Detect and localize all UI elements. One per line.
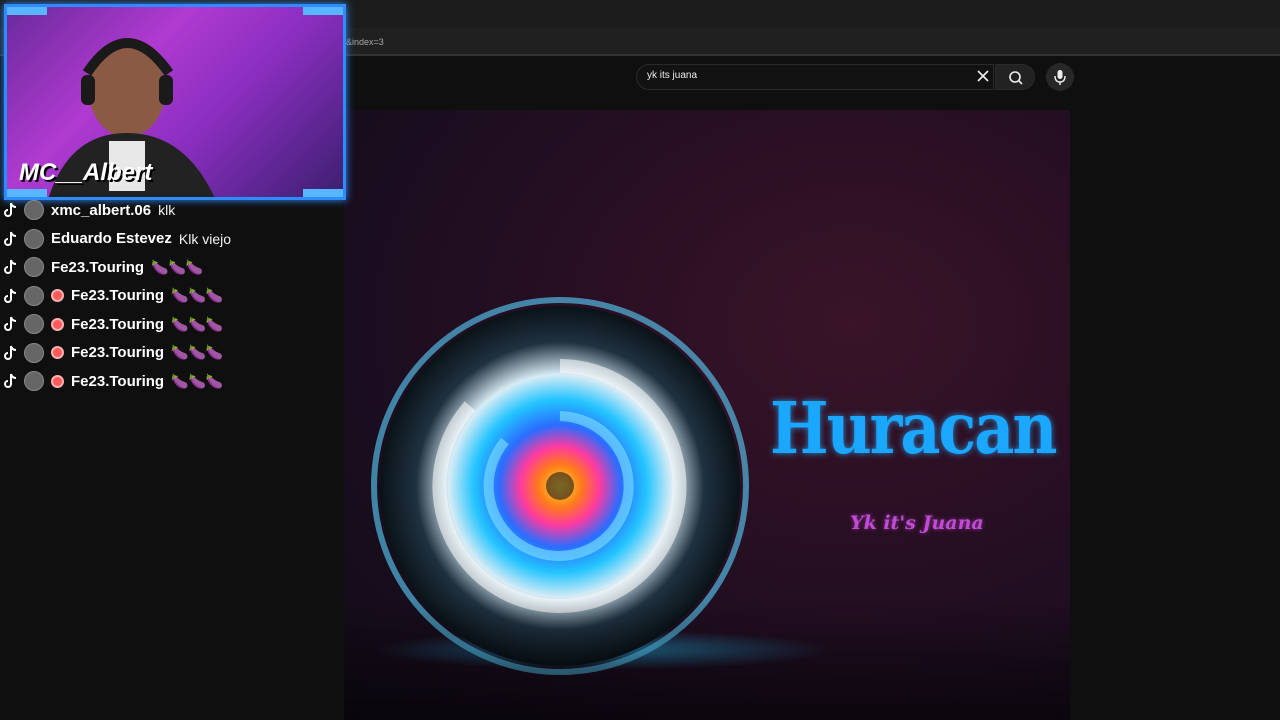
chat-text: 🍆🍆🍆 bbox=[171, 344, 224, 360]
avatar bbox=[24, 257, 44, 277]
frame-corner bbox=[7, 7, 47, 15]
avatar bbox=[24, 342, 44, 363]
tiktok-icon bbox=[4, 288, 18, 304]
chat-text: 🍆🍆🍆 bbox=[171, 315, 224, 332]
streamer-name: MC__Albert bbox=[19, 159, 153, 186]
url-text[interactable]: &index=3 bbox=[346, 37, 384, 47]
tiktok-icon bbox=[4, 259, 18, 275]
chat-text: 🍆🍆🍆 bbox=[171, 287, 224, 303]
chat-message: Fe23.Touring 🍆🍆🍆 bbox=[0, 253, 344, 281]
clear-search-button[interactable] bbox=[975, 68, 991, 84]
chat-message: Fe23.Touring 🍆🍆🍆 bbox=[0, 310, 344, 338]
chat-username: Fe23.Touring bbox=[71, 344, 165, 361]
cover-title: Huracan bbox=[770, 386, 1057, 471]
tiktok-icon bbox=[4, 316, 18, 332]
hurricane-globe-art bbox=[371, 297, 749, 675]
video-player[interactable]: Huracan Yk it's Juana bbox=[344, 110, 1070, 720]
close-icon bbox=[977, 70, 989, 82]
chat-text: Klk viejo bbox=[178, 230, 232, 247]
chat-message: Fe23.Touring 🍆🍆🍆 bbox=[0, 282, 344, 310]
webcam-overlay: MC__Albert bbox=[4, 4, 346, 200]
search-input[interactable]: yk its juana bbox=[647, 70, 697, 81]
cover-artist: Yk it's Juana bbox=[850, 512, 984, 534]
tiktok-icon bbox=[4, 231, 18, 247]
cover-glow bbox=[374, 630, 834, 670]
chat-message: xmc_albert.06 klk bbox=[0, 196, 344, 224]
avatar bbox=[24, 371, 44, 391]
gifter-badge-icon bbox=[51, 289, 64, 302]
tiktok-icon bbox=[4, 373, 18, 389]
chat-username: Fe23.Touring bbox=[71, 372, 165, 390]
chat-username: Eduardo Estevez bbox=[51, 230, 172, 247]
gifter-badge-icon bbox=[51, 317, 64, 331]
gifter-badge-icon bbox=[51, 346, 64, 359]
chat-message: Fe23.Touring 🍆🍆🍆 bbox=[0, 367, 344, 395]
frame-corner bbox=[303, 7, 343, 15]
chat-message: Fe23.Touring 🍆🍆🍆 bbox=[0, 339, 344, 367]
chat-username: xmc_albert.06 bbox=[51, 201, 152, 219]
avatar bbox=[24, 285, 44, 306]
avatar bbox=[24, 228, 44, 249]
avatar bbox=[24, 200, 44, 220]
chat-text: 🍆🍆🍆 bbox=[171, 372, 224, 389]
right-panel bbox=[1070, 110, 1280, 720]
avatar bbox=[24, 314, 44, 334]
gifter-badge-icon bbox=[51, 374, 64, 388]
chat-username: Fe23.Touring bbox=[71, 315, 165, 333]
chat-message: Eduardo Estevez Klk viejo bbox=[0, 225, 344, 253]
tiktok-icon bbox=[4, 345, 18, 361]
voice-search-button[interactable] bbox=[1046, 63, 1074, 91]
chat-username: Fe23.Touring bbox=[51, 258, 145, 276]
mic-icon bbox=[1054, 70, 1066, 85]
search-button[interactable] bbox=[995, 64, 1035, 90]
tiktok-icon bbox=[4, 202, 18, 218]
chat-text: 🍆🍆🍆 bbox=[151, 258, 204, 275]
chat-username: Fe23.Touring bbox=[71, 287, 165, 304]
chat-text: klk bbox=[158, 202, 176, 218]
search-icon bbox=[1009, 71, 1023, 85]
